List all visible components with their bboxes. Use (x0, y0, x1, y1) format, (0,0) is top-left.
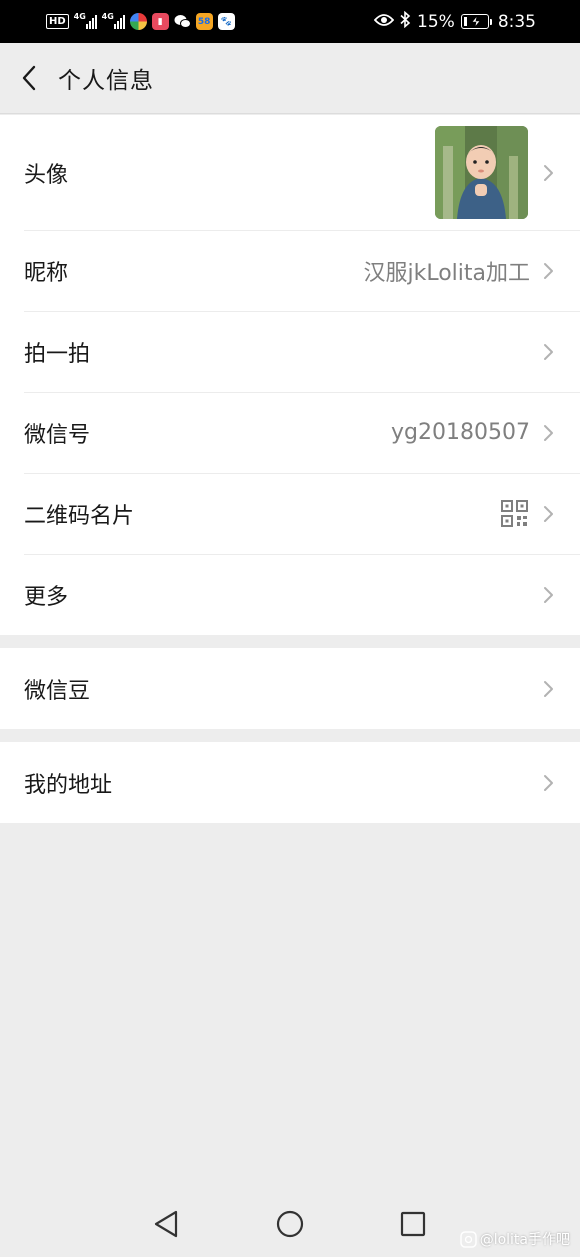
watermark: @lolita手作吧 (459, 1229, 570, 1249)
chevron-right-icon (540, 503, 556, 525)
eye-comfort-icon (373, 12, 395, 32)
qrcode-icon (501, 500, 528, 527)
wechat-id-row[interactable]: 微信号 yg20180507 (0, 392, 580, 473)
avatar-row[interactable]: 头像 (0, 115, 580, 230)
more-label: 更多 (24, 584, 69, 610)
network-type-label-2: 4G (101, 12, 114, 21)
qrcode-row[interactable]: 二维码名片 (0, 473, 580, 554)
back-arrow-icon (22, 65, 36, 91)
nickname-label: 昵称 (24, 260, 69, 286)
chevron-right-icon (540, 678, 556, 700)
profile-settings-group: 头像 昵称 汉服jkLolita加工 拍一拍 微信号 yg20180507 二维… (0, 115, 580, 635)
triangle-back-icon (154, 1210, 178, 1238)
chevron-right-icon (540, 772, 556, 794)
square-recents-icon (400, 1211, 426, 1237)
chevron-right-icon (540, 162, 556, 184)
wechat-id-value: yg20180507 (391, 420, 530, 445)
circle-home-icon (276, 1210, 304, 1238)
screen: HD 4G 4G ▮ 58 🐾 15% 8:35 个人信息 头像 昵称 汉服jk… (0, 0, 580, 1257)
avatar-label: 头像 (24, 162, 69, 188)
weibo-logo-icon (459, 1230, 477, 1248)
nav-recents-button[interactable] (396, 1207, 430, 1241)
clock: 8:35 (497, 11, 536, 32)
chevron-right-icon (540, 584, 556, 606)
app-notification-icon (129, 13, 147, 30)
beans-group: 微信豆 (0, 648, 580, 729)
status-bar-left: HD 4G 4G ▮ 58 🐾 (46, 12, 235, 30)
my-address-row[interactable]: 我的地址 (0, 742, 580, 823)
my-address-label: 我的地址 (24, 772, 113, 798)
address-group: 我的地址 (0, 742, 580, 823)
chevron-right-icon (540, 260, 556, 282)
status-bar: HD 4G 4G ▮ 58 🐾 15% 8:35 (0, 0, 580, 43)
back-button[interactable] (0, 43, 56, 114)
chevron-right-icon (540, 422, 556, 444)
status-bar-right: 15% 8:35 (373, 10, 536, 33)
signal-icon: 4G (73, 12, 97, 29)
bluetooth-icon (400, 10, 411, 33)
hd-badge: HD (46, 14, 69, 29)
navigation-bar: 个人信息 (0, 43, 580, 114)
watermark-text: @lolita手作吧 (479, 1232, 570, 1248)
battery-icon (460, 14, 492, 29)
wechat-beans-row[interactable]: 微信豆 (0, 648, 580, 729)
pat-label: 拍一拍 (24, 341, 91, 367)
battery-percent: 15% (417, 11, 455, 32)
qrcode-label: 二维码名片 (24, 503, 135, 529)
nickname-row[interactable]: 昵称 汉服jkLolita加工 (0, 230, 580, 311)
book-app-icon: ▮ (151, 13, 169, 30)
pat-row[interactable]: 拍一拍 (0, 311, 580, 392)
more-row[interactable]: 更多 (0, 554, 580, 635)
wechat-beans-label: 微信豆 (24, 678, 91, 704)
nav-back-button[interactable] (149, 1207, 183, 1241)
wechat-id-label: 微信号 (24, 422, 91, 448)
nickname-value: 汉服jkLolita加工 (363, 260, 530, 286)
wechat-app-icon (174, 13, 191, 30)
nav-home-button[interactable] (273, 1207, 307, 1241)
58-app-icon: 58 (195, 13, 213, 30)
network-type-label: 4G (73, 12, 86, 21)
page-title: 个人信息 (58, 68, 154, 94)
baidu-app-icon: 🐾 (217, 13, 235, 30)
battery-level-fill (463, 17, 467, 26)
chevron-right-icon (540, 341, 556, 363)
signal-icon-2: 4G (101, 12, 125, 29)
avatar[interactable] (435, 126, 528, 219)
